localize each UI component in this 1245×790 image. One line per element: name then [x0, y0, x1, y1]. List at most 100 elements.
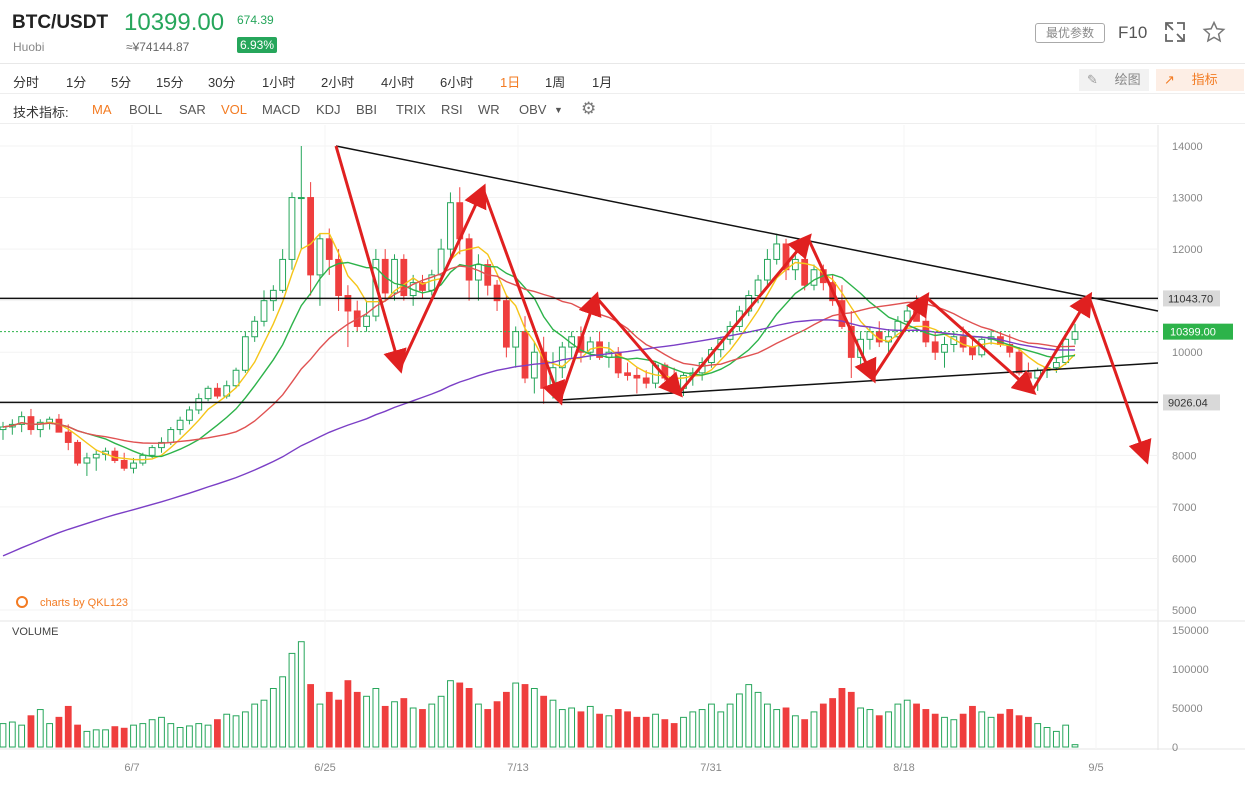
volume-bar	[381, 705, 389, 748]
volume-bar	[158, 716, 165, 748]
indicator-boll[interactable]: BOLL	[129, 102, 162, 117]
candle-body	[297, 197, 305, 200]
indicator-rsi[interactable]: RSI	[441, 102, 463, 117]
volume-bar	[754, 691, 762, 748]
volume-bar	[18, 724, 26, 748]
timeframe-2[interactable]: 5分	[111, 72, 131, 91]
qkl-logo-icon	[16, 596, 28, 608]
volume-bar	[642, 716, 650, 748]
last-price: 10399.00	[124, 9, 225, 36]
timeframe-7[interactable]: 4小时	[381, 72, 414, 91]
volume-tick-label: 50000	[1172, 703, 1203, 715]
volume-bar	[186, 725, 193, 748]
candle-body	[232, 369, 240, 387]
volume-bar	[866, 709, 874, 748]
volume-bar	[465, 688, 473, 748]
indicator-obv[interactable]: OBV	[519, 102, 546, 117]
y-tick-label: 13000	[1172, 193, 1203, 205]
volume-bar	[717, 711, 725, 748]
star-icon[interactable]	[1202, 20, 1226, 44]
indicator-wr[interactable]: WR	[478, 102, 500, 117]
timeframe-6[interactable]: 2小时	[321, 72, 354, 91]
timeframe-3[interactable]: 15分	[156, 72, 183, 91]
f10-button[interactable]: F10	[1118, 23, 1147, 43]
draw-tool-button[interactable]: ✎ 绘图	[1079, 69, 1149, 91]
volume-bar	[353, 691, 361, 748]
volume-bar	[736, 693, 743, 748]
candle-body	[1062, 338, 1070, 364]
dropdown-caret-icon[interactable]: ▼	[554, 105, 563, 115]
volume-bar	[549, 699, 557, 748]
volume-bar	[1043, 727, 1051, 748]
volume-bar	[689, 711, 697, 748]
volume-bar	[400, 698, 408, 748]
candle-body	[391, 258, 398, 294]
change-percent-badge: 6.93%	[237, 37, 278, 53]
candle-body	[64, 431, 72, 443]
candle-body	[642, 377, 650, 384]
candle-body	[288, 197, 296, 260]
volume-bar	[577, 711, 585, 748]
volume-bar	[251, 703, 259, 748]
indicator-bbi[interactable]: BBI	[356, 102, 377, 117]
timeframe-10[interactable]: 1周	[545, 72, 565, 91]
timeframe-5[interactable]: 1小时	[262, 72, 295, 91]
volume-bar	[223, 713, 231, 748]
candle-body	[214, 387, 221, 397]
indicator-kdj[interactable]: KDJ	[316, 102, 341, 117]
volume-bar	[502, 691, 510, 748]
candle-body	[754, 279, 762, 297]
volume-bar	[475, 703, 482, 748]
exchange-name: Huobi	[13, 40, 45, 54]
volume-bar	[204, 724, 212, 748]
volume-bar	[260, 699, 268, 748]
candle-body	[502, 300, 510, 348]
volume-bar	[316, 703, 324, 748]
volume-bar	[838, 688, 846, 748]
indicator-tool-button[interactable]: ↗ 指标	[1156, 69, 1244, 91]
volume-bar	[894, 703, 902, 748]
timeframe-8[interactable]: 6小时	[440, 72, 473, 91]
timeframe-4[interactable]: 30分	[208, 72, 235, 91]
timeframe-9[interactable]: 1日	[500, 72, 520, 91]
volume-bar	[670, 723, 678, 748]
ma20-line	[2, 265, 1076, 444]
volume-bar	[521, 684, 529, 748]
indicator-ma[interactable]: MA	[92, 102, 112, 117]
indicator-vol[interactable]: VOL	[221, 102, 247, 117]
timeframe-0[interactable]: 分时	[13, 72, 39, 91]
indicator-macd[interactable]: MACD	[262, 102, 300, 117]
candle-body	[83, 457, 91, 464]
candlestick-chart[interactable]: 1400013000120001100010000900080007000600…	[0, 125, 1245, 790]
red-trend-arrow	[677, 233, 812, 394]
volume-bar	[875, 715, 883, 748]
volume-bar	[419, 709, 426, 748]
candle-body	[941, 343, 948, 353]
candle-body	[307, 197, 315, 276]
volume-bar	[92, 729, 100, 748]
volume-bar	[959, 713, 967, 748]
volume-bar	[74, 724, 81, 748]
timeframe-11[interactable]: 1月	[592, 72, 612, 91]
volume-bar	[176, 727, 184, 748]
indicator-sar[interactable]: SAR	[179, 102, 206, 117]
y-tick-label: 12000	[1172, 244, 1203, 256]
volume-bar	[241, 711, 249, 748]
indicator-trix[interactable]: TRIX	[396, 102, 426, 117]
candle-body	[903, 310, 911, 322]
best-params-button[interactable]: 最优参数	[1035, 23, 1105, 43]
x-tick-label: 7/31	[700, 762, 721, 774]
timeframe-bar: 分时 1分 5分 15分 30分 1小时 2小时 4小时 6小时 1日 1周 1月	[0, 66, 1245, 94]
lower-trendline	[559, 362, 1159, 401]
gear-icon[interactable]: ⚙	[581, 99, 596, 119]
expand-icon[interactable]	[1163, 20, 1187, 44]
timeframe-1[interactable]: 1分	[66, 72, 86, 91]
volume-bar	[363, 695, 370, 748]
volume-bar	[987, 716, 995, 748]
volume-bar	[633, 716, 641, 748]
volume-bar	[447, 680, 454, 748]
volume-bar	[913, 703, 920, 748]
y-tick-label: 7000	[1172, 502, 1196, 514]
volume-bar	[847, 691, 855, 748]
volume-bar	[773, 709, 781, 748]
